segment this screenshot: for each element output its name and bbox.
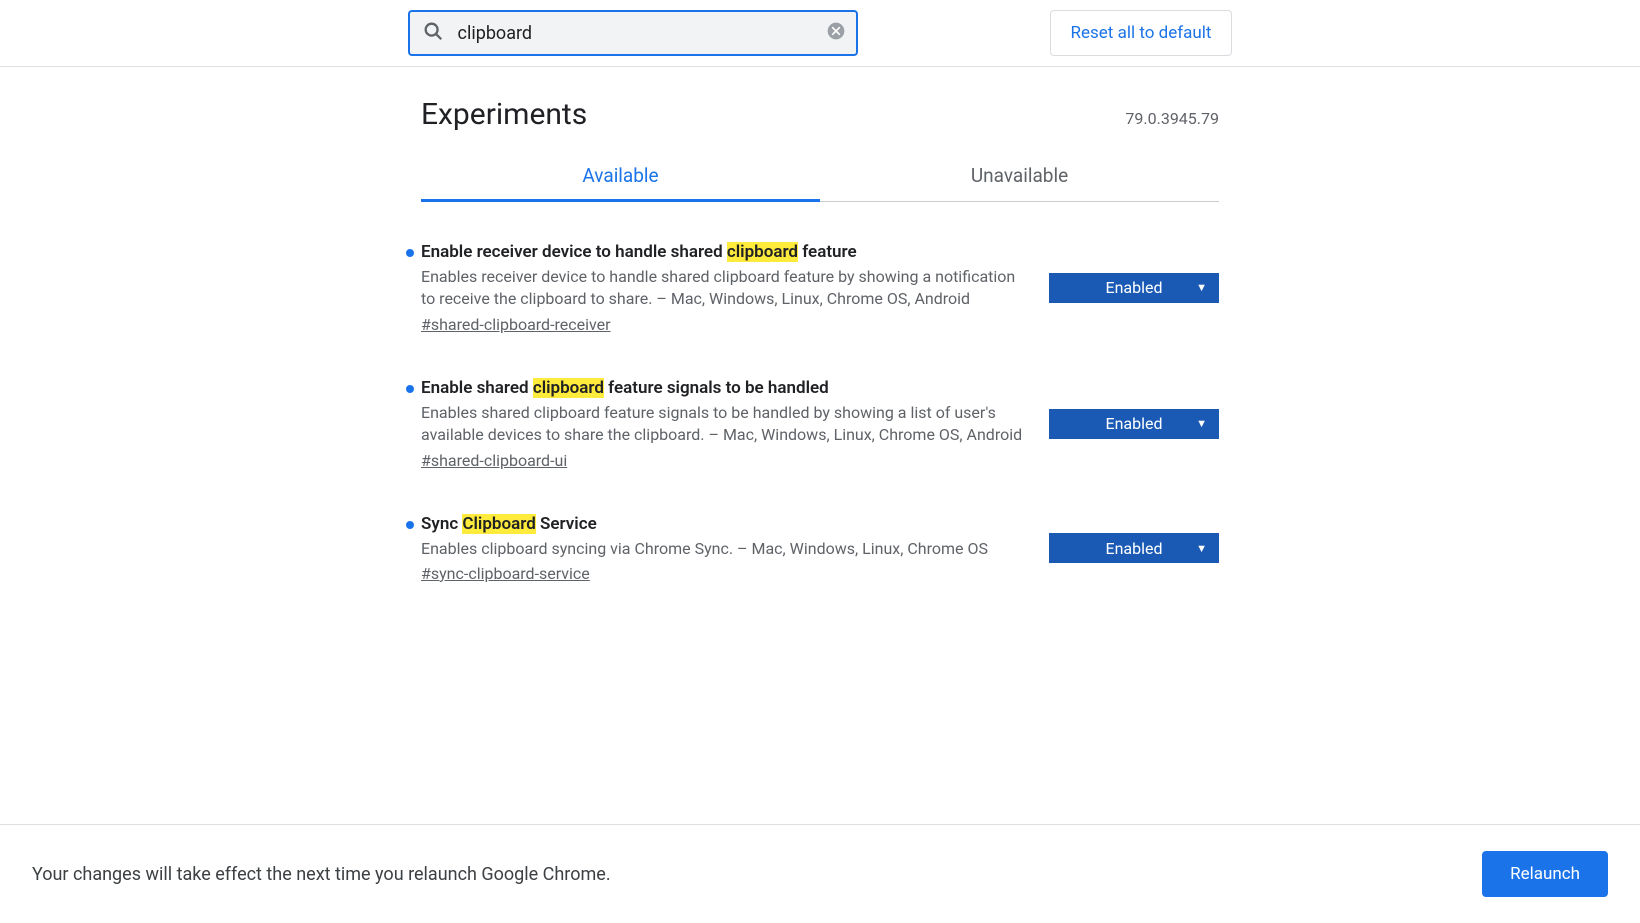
flag-item: Sync Clipboard Service Enables clipboard… — [421, 514, 1219, 583]
search-input[interactable] — [408, 10, 858, 56]
chevron-down-icon: ▼ — [1196, 417, 1207, 430]
flag-title: Enable receiver device to handle shared … — [421, 242, 1025, 262]
flag-state-value: Enabled — [1105, 278, 1162, 297]
modified-dot-icon — [406, 385, 414, 393]
flag-description: Enables receiver device to handle shared… — [421, 266, 1025, 311]
relaunch-button[interactable]: Relaunch — [1482, 851, 1608, 897]
flag-anchor-link[interactable]: #shared-clipboard-ui — [421, 451, 567, 470]
content-area: Experiments 79.0.3945.79 Available Unava… — [421, 67, 1219, 747]
flag-title: Sync Clipboard Service — [421, 514, 1025, 534]
modified-dot-icon — [406, 249, 414, 257]
flag-description: Enables clipboard syncing via Chrome Syn… — [421, 538, 1025, 560]
reset-all-button[interactable]: Reset all to default — [1050, 10, 1233, 56]
clear-search-icon[interactable] — [826, 21, 846, 45]
flag-body: Enable shared clipboard feature signals … — [421, 378, 1049, 470]
flag-state-select[interactable]: Enabled ▼ — [1049, 273, 1219, 303]
relaunch-message: Your changes will take effect the next t… — [32, 864, 611, 885]
flag-body: Sync Clipboard Service Enables clipboard… — [421, 514, 1049, 583]
flag-item: Enable shared clipboard feature signals … — [421, 378, 1219, 470]
flag-state-value: Enabled — [1105, 414, 1162, 433]
flag-select-wrapper: Enabled ▼ — [1049, 242, 1219, 334]
title-row: Experiments 79.0.3945.79 — [421, 97, 1219, 132]
header-bar: Reset all to default — [0, 0, 1640, 67]
flag-select-wrapper: Enabled ▼ — [1049, 514, 1219, 583]
flag-anchor-link[interactable]: #shared-clipboard-receiver — [421, 315, 611, 334]
search-icon — [422, 20, 444, 46]
search-highlight: Clipboard — [462, 514, 535, 534]
flag-state-value: Enabled — [1105, 539, 1162, 558]
flag-item: Enable receiver device to handle shared … — [421, 242, 1219, 334]
flag-anchor-link[interactable]: #sync-clipboard-service — [421, 564, 590, 583]
flag-select-wrapper: Enabled ▼ — [1049, 378, 1219, 470]
tab-unavailable[interactable]: Unavailable — [820, 150, 1219, 201]
chevron-down-icon: ▼ — [1196, 542, 1207, 555]
modified-dot-icon — [406, 521, 414, 529]
flag-list: Enable receiver device to handle shared … — [421, 242, 1219, 583]
chevron-down-icon: ▼ — [1196, 281, 1207, 294]
flag-description: Enables shared clipboard feature signals… — [421, 402, 1025, 447]
tabs: Available Unavailable — [421, 150, 1219, 202]
search-wrapper — [408, 10, 858, 56]
search-highlight: clipboard — [727, 242, 798, 262]
search-highlight: clipboard — [533, 378, 604, 398]
flag-title: Enable shared clipboard feature signals … — [421, 378, 1025, 398]
page-title: Experiments — [421, 97, 587, 132]
version-label: 79.0.3945.79 — [1125, 109, 1219, 128]
flag-body: Enable receiver device to handle shared … — [421, 242, 1049, 334]
tab-available[interactable]: Available — [421, 150, 820, 201]
flag-state-select[interactable]: Enabled ▼ — [1049, 533, 1219, 563]
flag-state-select[interactable]: Enabled ▼ — [1049, 409, 1219, 439]
relaunch-bar: Your changes will take effect the next t… — [0, 824, 1640, 923]
